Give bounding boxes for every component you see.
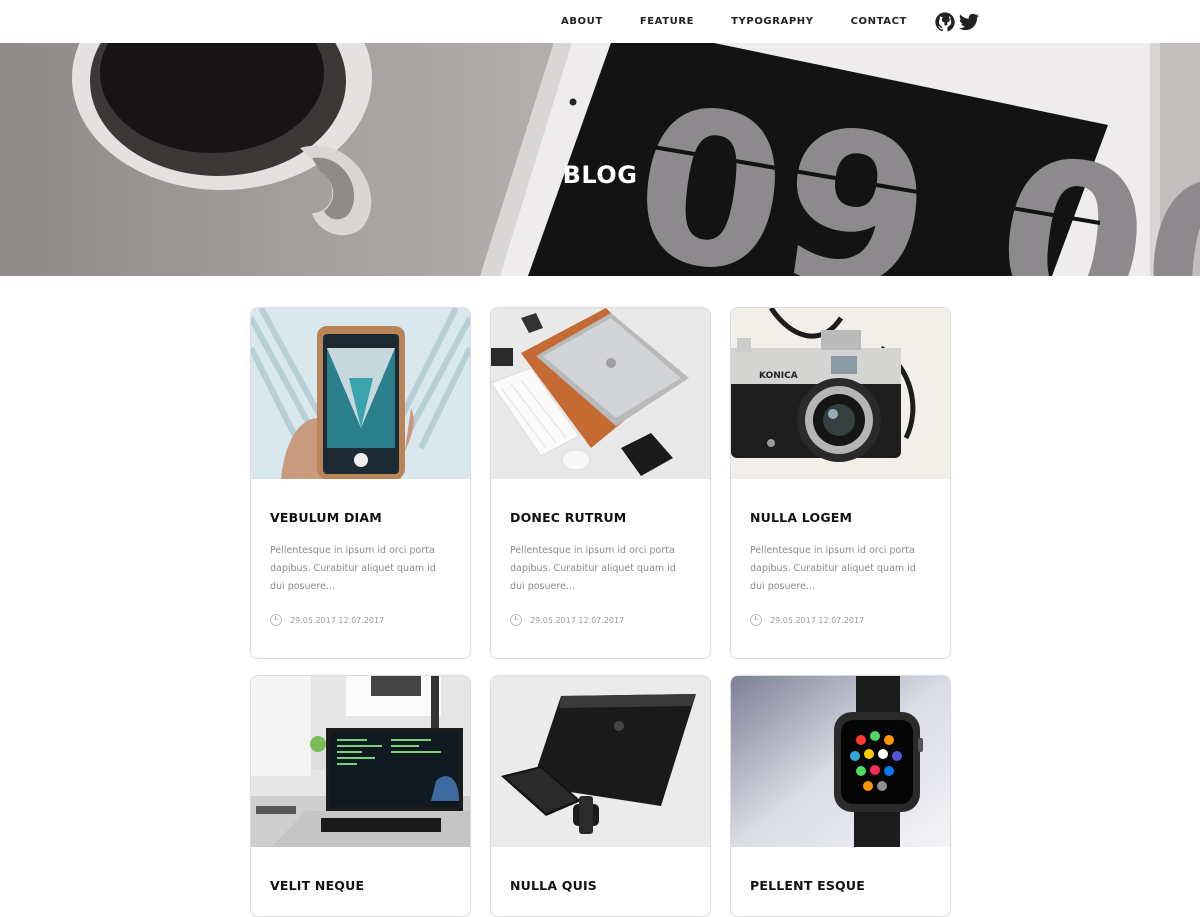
post-excerpt: Pellentesque in ipsum id orci porta dapi…	[750, 545, 916, 592]
laptop-desk-image	[491, 308, 710, 479]
post-title[interactable]: NULLA LOGEM	[750, 510, 931, 525]
blog-card[interactable]: KONICA NULLA LOGEM Pellentesque in ipsum…	[730, 307, 951, 659]
post-meta: 29.05.2017 12.07.2017	[270, 612, 451, 628]
svg-text:KONICA: KONICA	[759, 371, 798, 381]
blog-card[interactable]: NULLA QUIS	[490, 675, 711, 917]
post-title[interactable]: VEBULUM DIAM	[270, 510, 451, 525]
post-excerpt: Pellentesque in ipsum id orci porta dapi…	[270, 545, 436, 592]
post-date: 29.05.2017 12.07.2017	[290, 615, 385, 625]
blog-card[interactable]: DONEC RUTRUM Pellentesque in ipsum id or…	[490, 307, 711, 659]
top-navbar: ABOUT FEATURE TYPOGRAPHY CONTACT	[0, 0, 1200, 43]
post-title[interactable]: PELLENT ESQUE	[750, 878, 931, 893]
blog-card[interactable]: PELLENT ESQUE	[730, 675, 951, 917]
hero-banner: 09 00 BLOG	[0, 43, 1200, 276]
hero-background-image: 09 00	[72, 43, 1200, 276]
post-title[interactable]: VELIT NEQUE	[270, 878, 451, 893]
blog-card[interactable]: VEBULUM DIAM Pellentesque in ipsum id or…	[250, 307, 471, 659]
post-meta: 29.05.2017 12.07.2017	[510, 612, 691, 628]
clock-icon	[750, 614, 762, 626]
black-laptop-image	[491, 676, 710, 847]
nav-about-link[interactable]: ABOUT	[561, 12, 603, 31]
smartwatch-image	[731, 676, 950, 847]
laptop-code-image	[251, 676, 470, 847]
nav-typography-link[interactable]: TYPOGRAPHY	[731, 12, 813, 31]
konica-camera-image: KONICA	[731, 308, 950, 479]
page-title: BLOG	[562, 161, 638, 189]
nav-feature-link[interactable]: FEATURE	[640, 12, 694, 31]
post-title[interactable]: DONEC RUTRUM	[510, 510, 691, 525]
main-nav: ABOUT FEATURE TYPOGRAPHY CONTACT	[561, 0, 992, 43]
twitter-icon[interactable]	[958, 11, 980, 33]
phone-camera-image	[251, 308, 470, 479]
post-date: 29.05.2017 12.07.2017	[770, 615, 865, 625]
post-date: 29.05.2017 12.07.2017	[530, 615, 625, 625]
clock-icon	[510, 614, 522, 626]
post-meta: 29.05.2017 12.07.2017	[750, 612, 931, 628]
post-excerpt: Pellentesque in ipsum id orci porta dapi…	[510, 545, 676, 592]
clock-icon	[270, 614, 282, 626]
nav-contact-link[interactable]: CONTACT	[851, 12, 907, 31]
github-icon[interactable]	[934, 11, 956, 33]
post-title[interactable]: NULLA QUIS	[510, 878, 691, 893]
blog-card[interactable]: VELIT NEQUE	[250, 675, 471, 917]
